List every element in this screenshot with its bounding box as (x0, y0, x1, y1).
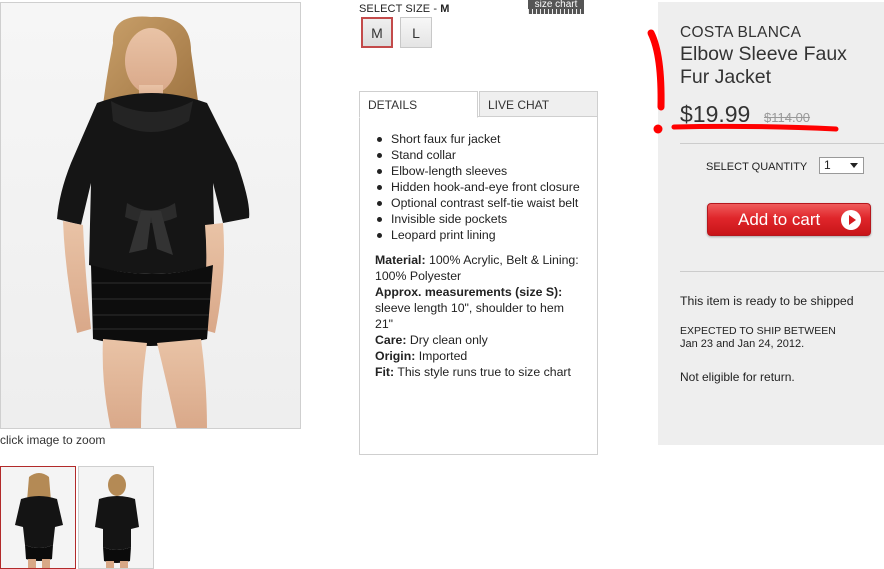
zoom-hint: click image to zoom (0, 433, 106, 447)
list-item: Leopard print lining (375, 227, 583, 243)
thumbnail-front[interactable] (0, 466, 76, 569)
size-option-m[interactable]: M (361, 17, 393, 48)
tab-live-chat[interactable]: LIVE CHAT (479, 91, 598, 117)
add-to-cart-button[interactable]: Add to cart (707, 203, 871, 236)
spec-label: Origin: (375, 349, 416, 363)
ship-ready-text: This item is ready to be shipped (680, 294, 854, 308)
thumbnail-back-image (95, 474, 139, 568)
size-label-text: SELECT SIZE - (359, 3, 441, 15)
divider (680, 271, 884, 272)
tab-details[interactable]: DETAILS (359, 91, 478, 118)
spec-label: Care: (375, 333, 407, 347)
selected-size-value: M (440, 3, 450, 15)
return-policy-note: Not eligible for return. (680, 370, 795, 384)
spec-label: Fit: (375, 365, 395, 379)
details-panel: Short faux fur jacket Stand collar Elbow… (359, 116, 598, 455)
info-tabs: DETAILS LIVE CHAT (359, 91, 598, 118)
spec-label: Material: (375, 253, 426, 267)
ruler-icon (528, 9, 584, 14)
original-price: $114.00 (764, 110, 811, 125)
spec-value: This style runs true to size chart (397, 365, 571, 379)
spec-measurements: Approx. measurements (size S): sleeve le… (375, 284, 583, 332)
spec-value: Imported (418, 349, 468, 363)
thumbnail-back[interactable] (78, 466, 154, 569)
size-option-l[interactable]: L (400, 17, 432, 48)
list-item: Stand collar (375, 147, 583, 163)
chevron-down-icon (850, 163, 858, 168)
quantity-label: SELECT QUANTITY (706, 161, 808, 173)
add-to-cart-label: Add to cart (738, 209, 821, 229)
ship-window-dates: Jan 23 and Jan 24, 2012. (680, 338, 805, 350)
spec-material: Material: 100% Acrylic, Belt & Lining: 1… (375, 252, 583, 284)
spec-origin: Origin: Imported (375, 348, 583, 364)
quantity-select[interactable]: 1 (819, 157, 864, 174)
size-chart-link[interactable]: size chart (528, 0, 584, 14)
spec-fit: Fit: This style runs true to size chart (375, 364, 583, 380)
sale-price: $19.99 (680, 101, 751, 127)
brand-name[interactable]: COSTA BLANCA (680, 24, 801, 42)
feature-list: Short faux fur jacket Stand collar Elbow… (375, 131, 583, 243)
size-label: SELECT SIZE - M (359, 3, 450, 15)
list-item: Optional contrast self-tie waist belt (375, 195, 583, 211)
list-item: Elbow-length sleeves (375, 163, 583, 179)
spec-label: Approx. measurements (size S): (375, 285, 563, 299)
list-item: Hidden hook-and-eye front closure (375, 179, 583, 195)
product-title: Elbow Sleeve Faux Fur Jacket (680, 43, 847, 88)
spec-value: Dry clean only (409, 333, 488, 347)
thumbnail-front-image (15, 473, 63, 568)
list-item: Invisible side pockets (375, 211, 583, 227)
main-product-image[interactable] (0, 2, 301, 429)
model-photo (57, 16, 250, 428)
quantity-value: 1 (824, 158, 831, 172)
arrow-right-icon (841, 210, 861, 230)
ship-window-heading: EXPECTED TO SHIP BETWEEN (680, 325, 836, 337)
spec-value: sleeve length 10", shoulder to hem 21" (375, 301, 564, 331)
spec-care: Care: Dry clean only (375, 332, 583, 348)
divider (680, 143, 884, 144)
list-item: Short faux fur jacket (375, 131, 583, 147)
